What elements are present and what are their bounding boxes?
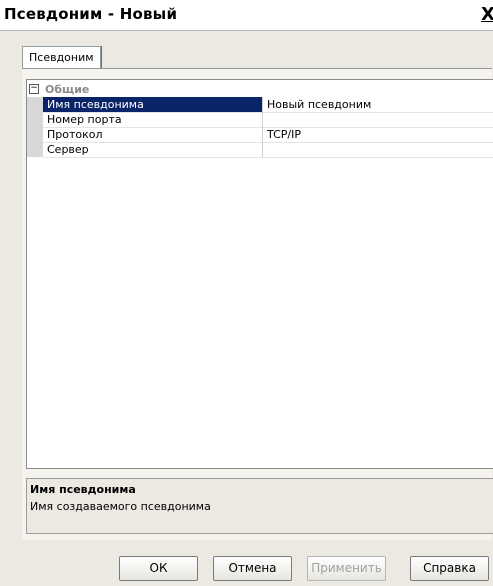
description-title: Имя псевдонима bbox=[30, 483, 136, 496]
property-value[interactable]: TCP/IP bbox=[264, 127, 301, 142]
property-value[interactable] bbox=[264, 142, 267, 157]
cancel-button[interactable]: Отмена bbox=[213, 556, 292, 581]
description-text: Имя создаваемого псевдонима bbox=[30, 500, 211, 513]
property-name: Номер порта bbox=[43, 112, 263, 127]
window-title: Псевдоним - Новый bbox=[4, 5, 178, 23]
property-row-server[interactable]: Сервер bbox=[43, 142, 493, 158]
property-name: Сервер bbox=[43, 142, 263, 157]
property-name: Протокол bbox=[43, 127, 263, 142]
ok-button[interactable]: ОК bbox=[119, 556, 198, 581]
grid-gutter bbox=[27, 97, 43, 157]
property-row-protocol[interactable]: Протокол TCP/IP bbox=[43, 127, 493, 143]
property-name: Имя псевдонима bbox=[43, 97, 263, 112]
category-row-general[interactable]: − Общие bbox=[27, 82, 493, 97]
category-label: Общие bbox=[45, 83, 90, 96]
collapse-icon[interactable]: − bbox=[29, 84, 39, 94]
description-panel: Имя псевдонима Имя создаваемого псевдони… bbox=[26, 478, 493, 534]
dialog-window: Псевдоним - Новый X Псевдоним − Общие Им… bbox=[0, 0, 493, 586]
help-button[interactable]: Справка bbox=[410, 556, 489, 581]
title-bar: Псевдоним - Новый X bbox=[0, 0, 493, 31]
tab-alias[interactable]: Псевдоним bbox=[22, 46, 101, 69]
property-value[interactable]: Новый псевдоним bbox=[264, 97, 371, 112]
property-row-port-number[interactable]: Номер порта bbox=[43, 112, 493, 128]
property-row-alias-name[interactable]: Имя псевдонима Новый псевдоним bbox=[43, 97, 493, 113]
apply-button[interactable]: Применить bbox=[307, 556, 386, 581]
property-value[interactable] bbox=[264, 112, 267, 127]
close-icon[interactable]: X bbox=[479, 4, 493, 26]
property-grid: − Общие Имя псевдонима Новый псевдоним Н… bbox=[26, 79, 493, 469]
